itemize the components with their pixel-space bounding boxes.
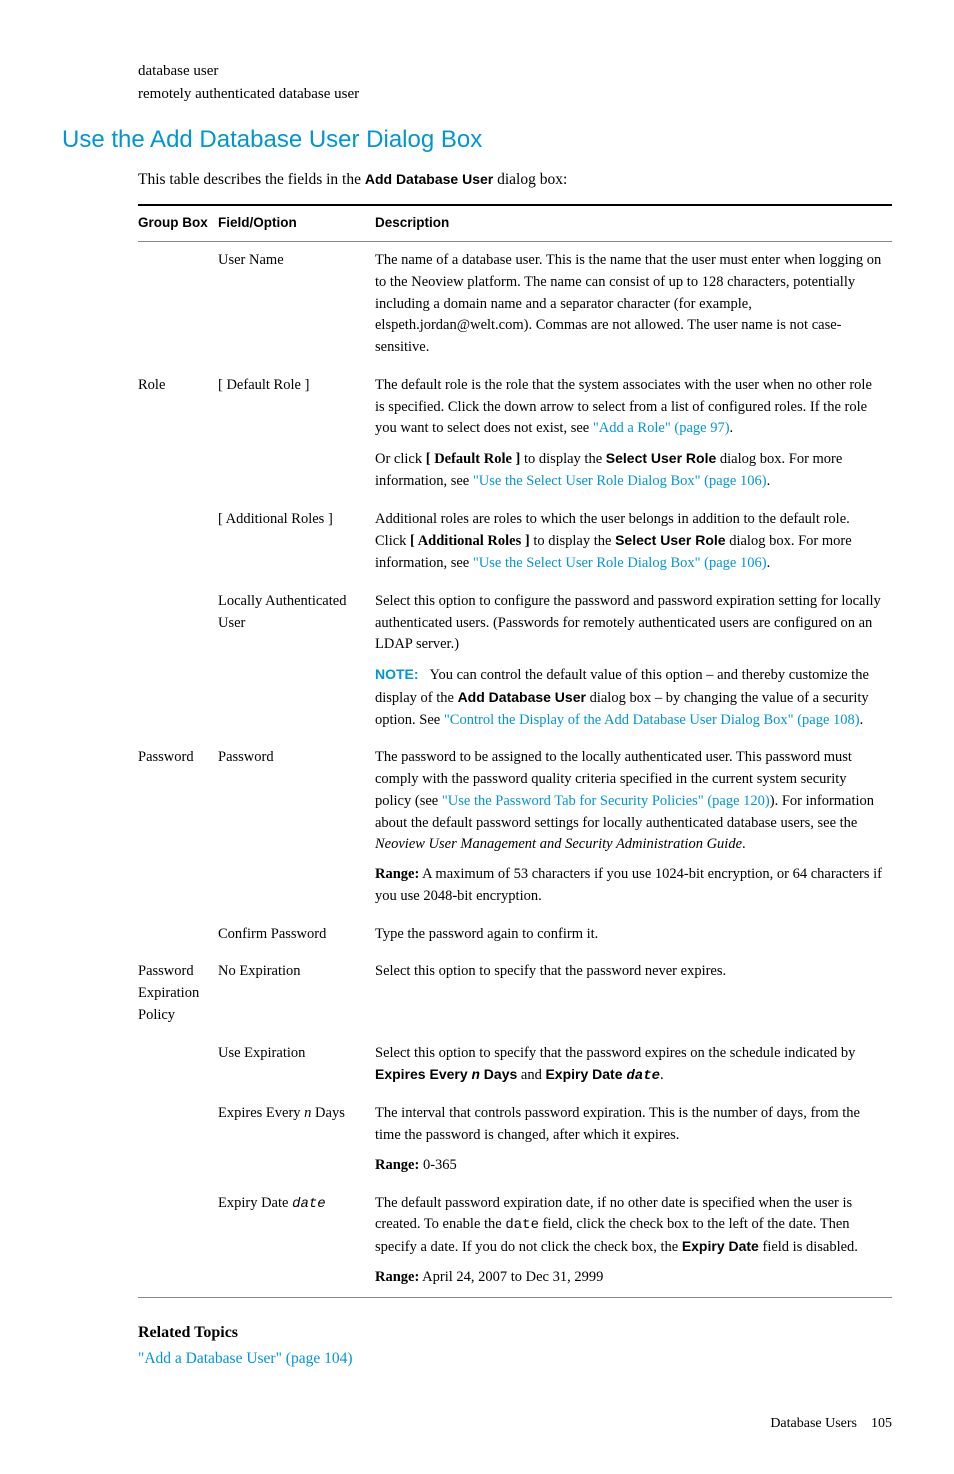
link-add-role[interactable]: "Add a Role" (page 97) <box>593 420 730 436</box>
desc-no-expiration: Select this option to specify that the p… <box>375 953 892 1034</box>
field-user-name: User Name <box>218 242 375 367</box>
field-additional-roles: [ Additional Roles ] <box>218 501 375 583</box>
desc-expiry-date: The default password expiration date, if… <box>375 1185 892 1298</box>
group-role: Role <box>138 367 218 501</box>
table-row: Use Expiration Select this option to spe… <box>138 1035 892 1096</box>
field-expires-every: Expires Every n Days <box>218 1095 375 1184</box>
field-use-expiration: Use Expiration <box>218 1035 375 1096</box>
field-expiry-date: Expiry Date date <box>218 1185 375 1298</box>
crossref-line-2: remotely authenticated database user <box>138 83 892 106</box>
desc-use-expiration: Select this option to specify that the p… <box>375 1035 892 1096</box>
crossref-line-1: database user <box>138 60 892 83</box>
table-row: Password Password The password to be ass… <box>138 739 892 915</box>
top-cross-references: database user remotely authenticated dat… <box>138 60 892 105</box>
field-default-role: [ Default Role ] <box>218 367 375 501</box>
link-add-database-user[interactable]: "Add a Database User" (page 104) <box>138 1350 353 1367</box>
footer-page-number: 105 <box>871 1416 892 1431</box>
page-heading: Use the Add Database User Dialog Box <box>62 123 892 157</box>
related-topics: Related Topics "Add a Database User" (pa… <box>138 1322 892 1370</box>
table-row: Locally Authenticated User Select this o… <box>138 583 892 740</box>
desc-confirm-password: Type the password again to confirm it. <box>375 916 892 954</box>
table-row: Confirm Password Type the password again… <box>138 916 892 954</box>
link-select-user-role[interactable]: "Use the Select User Role Dialog Box" (p… <box>473 473 767 489</box>
group-password: Password <box>138 739 218 915</box>
table-row: User Name The name of a database user. T… <box>138 242 892 367</box>
desc-expires-every: The interval that controls password expi… <box>375 1095 892 1184</box>
field-confirm-password: Confirm Password <box>218 916 375 954</box>
group-expiration-policy: Password Expiration Policy <box>138 953 218 1034</box>
table-row: [ Additional Roles ] Additional roles ar… <box>138 501 892 583</box>
table-row: Expiry Date date The default password ex… <box>138 1185 892 1298</box>
table-row: Expires Every n Days The interval that c… <box>138 1095 892 1184</box>
field-no-expiration: No Expiration <box>218 953 375 1034</box>
table-row: Role [ Default Role ] The default role i… <box>138 367 892 501</box>
note-label: NOTE: <box>375 666 419 682</box>
table-row: Password Expiration Policy No Expiration… <box>138 953 892 1034</box>
link-select-user-role-2[interactable]: "Use the Select User Role Dialog Box" (p… <box>473 555 767 571</box>
footer-section: Database Users <box>770 1416 857 1431</box>
desc-password: The password to be assigned to the local… <box>375 739 892 915</box>
th-field-option: Field/Option <box>218 205 375 241</box>
fields-table: Group Box Field/Option Description User … <box>138 204 892 1298</box>
desc-additional-roles: Additional roles are roles to which the … <box>375 501 892 583</box>
th-group-box: Group Box <box>138 205 218 241</box>
desc-default-role: The default role is the role that the sy… <box>375 367 892 501</box>
related-heading: Related Topics <box>138 1322 892 1344</box>
desc-user-name: The name of a database user. This is the… <box>375 242 892 367</box>
intro-text: This table describes the fields in the A… <box>138 169 892 191</box>
link-password-tab[interactable]: "Use the Password Tab for Security Polic… <box>442 793 770 809</box>
desc-locally-auth: Select this option to configure the pass… <box>375 583 892 740</box>
field-locally-auth: Locally Authenticated User <box>218 583 375 740</box>
page-footer: Database Users 105 <box>62 1414 892 1434</box>
field-password: Password <box>218 739 375 915</box>
link-control-display[interactable]: "Control the Display of the Add Database… <box>444 712 860 728</box>
th-description: Description <box>375 205 892 241</box>
